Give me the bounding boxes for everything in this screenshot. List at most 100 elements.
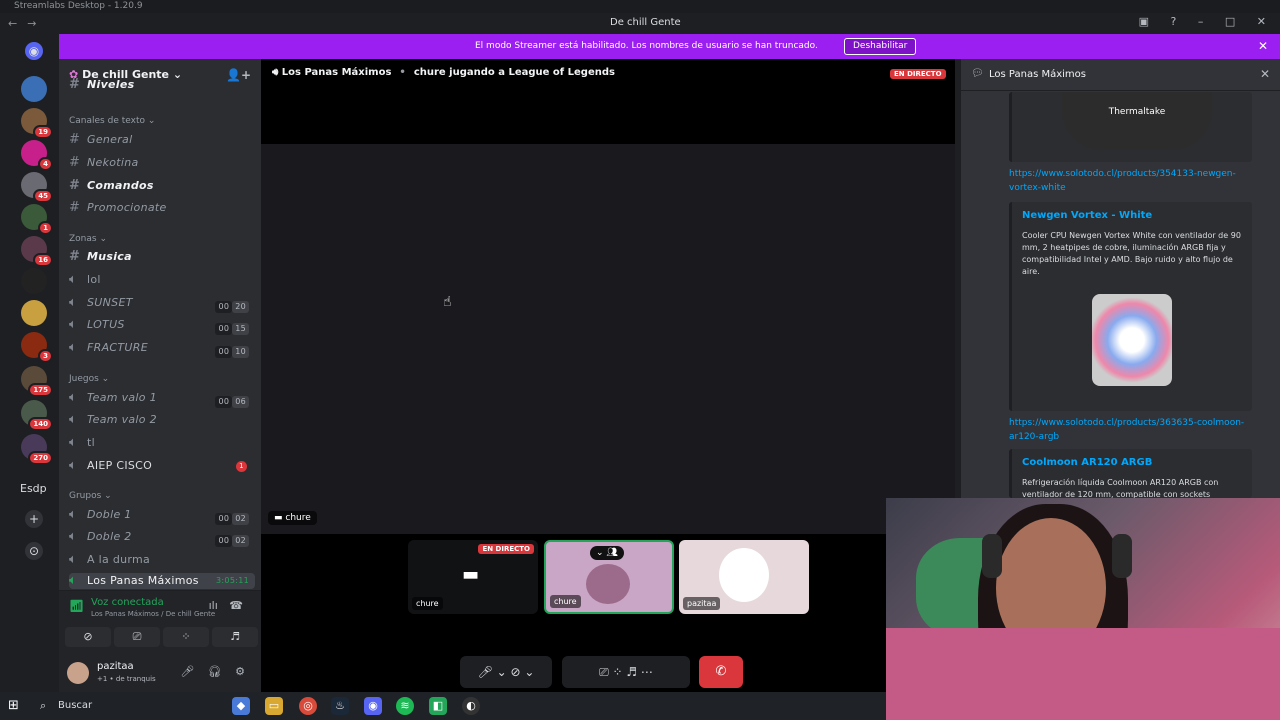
user-controls[interactable]: 🎤︎ 🎧︎ ⚙ xyxy=(180,665,245,678)
speaker-icon: 🔈︎ xyxy=(69,458,78,473)
explore-icon[interactable]: ⊙ xyxy=(25,542,43,560)
channel-comandos[interactable]: # Comandos xyxy=(69,176,255,196)
participant-tile[interactable]: ⌄ 👥︎ chure xyxy=(544,540,674,614)
channel-fracture[interactable]: 🔈︎ FRACTURE 00 10 xyxy=(69,338,255,358)
server-badge: 140 xyxy=(28,417,53,431)
mic-camera-controls[interactable]: 🎤︎ ⌄ ⊘ ⌄ xyxy=(460,656,552,688)
user-limit: 00 10 xyxy=(215,342,249,362)
avatar xyxy=(586,564,630,604)
channel-label: Team valo 2 xyxy=(87,413,157,426)
participant-tile[interactable]: pazitaa xyxy=(679,540,809,614)
channel-a-la-durma[interactable]: 🔈︎ A la durma xyxy=(69,550,255,570)
activity-text[interactable]: chure jugando a League of Legends xyxy=(414,67,615,78)
channel-tl[interactable]: 🔈︎ tl xyxy=(69,433,255,453)
server-icon[interactable]: 1 xyxy=(21,204,53,235)
server-text-icon[interactable]: Esdp xyxy=(20,482,47,495)
server-icon[interactable]: 3 xyxy=(21,332,53,363)
category-juegos[interactable]: Juegos ⌄ xyxy=(69,374,109,384)
nav-arrows[interactable]: ←→ xyxy=(8,17,46,30)
embed-title[interactable]: Coolmoon AR120 ARGB xyxy=(1022,457,1152,468)
category-zonas[interactable]: Zonas ⌄ xyxy=(69,234,107,244)
server-folder[interactable]: 270 xyxy=(21,434,53,465)
camera-off-button[interactable]: ⊘ xyxy=(65,627,111,647)
embed-card: Newgen Vortex - White Cooler CPU Newgen … xyxy=(1009,202,1252,411)
server-icon[interactable]: 4 xyxy=(21,140,53,171)
embed-title[interactable]: Newgen Vortex - White xyxy=(1022,210,1152,221)
server-icon[interactable]: 19 xyxy=(21,108,53,139)
channel-partial[interactable]: # Niveles xyxy=(69,78,255,93)
product-link[interactable]: https://www.solotodo.cl/products/354133-… xyxy=(1009,167,1259,195)
disconnect-button[interactable]: ✆ xyxy=(699,656,743,688)
channel-aiep-cisco[interactable]: 🔈︎ AIEP CISCO 1 xyxy=(69,456,255,476)
product-image[interactable]: Thermaltake xyxy=(1062,92,1212,150)
app-icon[interactable]: ◐ xyxy=(462,697,480,715)
window-center-title: De chill Gente xyxy=(610,17,681,28)
screen-share-button[interactable]: ⎚ xyxy=(114,627,160,647)
app-icon[interactable]: ◆ xyxy=(232,697,250,715)
disable-button[interactable]: Deshabilitar xyxy=(844,38,917,55)
channel-doble-2[interactable]: 🔈︎ Doble 2 00 02 xyxy=(69,527,255,547)
channel-doble-1[interactable]: 🔈︎ Doble 1 00 02 xyxy=(69,505,255,525)
channel-musica[interactable]: # Musica xyxy=(69,247,255,267)
category-text[interactable]: Canales de texto ⌄ xyxy=(69,116,155,126)
server-icon[interactable] xyxy=(21,268,47,294)
channel-label: A la durma xyxy=(87,553,151,566)
spotify-icon[interactable]: ≋ xyxy=(396,697,414,715)
server-folder[interactable]: 175 xyxy=(21,366,53,397)
close-icon[interactable]: ✕ xyxy=(1260,67,1270,81)
channel-general[interactable]: # General xyxy=(69,130,255,150)
server-badge: 270 xyxy=(28,451,53,465)
channel-promocionate[interactable]: # Promocionate xyxy=(69,198,255,218)
channel-nekotina[interactable]: # Nekotina xyxy=(69,153,255,173)
speaker-icon: 🔈︎ xyxy=(69,412,78,427)
steam-icon[interactable]: ♨ xyxy=(331,697,349,715)
channel-team-valo-1[interactable]: 🔈︎ Team valo 1 00 06 xyxy=(69,388,255,408)
window-controls[interactable]: ▣ ? – □ ✕ xyxy=(1139,15,1266,28)
tile-actions-icon[interactable]: ⌄ 👥︎ xyxy=(590,546,624,560)
voice-status[interactable]: Voz conectada xyxy=(91,597,164,608)
channel-los-panas-maximos[interactable]: 🔈︎ Los Panas Máximos 3:05:11 xyxy=(69,573,255,589)
product-link[interactable]: https://www.solotodo.cl/products/363635-… xyxy=(1009,416,1259,444)
channel-label: Niveles xyxy=(87,78,135,91)
taskbar: ⊞ ⌕ Buscar ◆ ▭ ◎ ♨ ◉ ≋ ◧ ◐ xyxy=(0,692,886,720)
discord-icon[interactable]: ◉ xyxy=(364,697,382,715)
user-limit: 00 15 xyxy=(215,319,249,339)
product-image[interactable] xyxy=(1092,294,1172,386)
server-folder[interactable]: 140 xyxy=(21,400,53,431)
channel-label: SUNSET xyxy=(87,296,133,309)
embed-card: Coolmoon AR120 ARGB Refrigeración líquid… xyxy=(1009,449,1252,499)
channel-team-valo-2[interactable]: 🔈︎ Team valo 2 xyxy=(69,410,255,430)
app-icon[interactable]: ◧ xyxy=(429,697,447,715)
avatar[interactable] xyxy=(67,662,89,684)
channel-lol[interactable]: 🔈︎ lol xyxy=(69,270,255,290)
category-grupos[interactable]: Grupos ⌄ xyxy=(69,491,112,501)
headphones-icon xyxy=(1112,534,1132,578)
server-icon[interactable]: 45 xyxy=(21,172,53,203)
channel-lotus[interactable]: 🔈︎ LOTUS 00 15 xyxy=(69,315,255,335)
user-limit: 00 02 xyxy=(215,509,249,529)
search-icon: ⌕ xyxy=(40,699,47,712)
server-icon[interactable] xyxy=(21,76,47,102)
invite-icon[interactable]: 👤+ xyxy=(226,68,251,82)
windows-start-icon[interactable]: ⊞ xyxy=(8,698,19,713)
stream-controls[interactable]: ⎚ ⁘ ♬ ⋯ xyxy=(562,656,690,688)
activities-button[interactable]: ⁘ xyxy=(163,627,209,647)
folder-icon[interactable]: ▭ xyxy=(265,697,283,715)
server-icon[interactable] xyxy=(21,300,47,326)
server-icon[interactable]: 16 xyxy=(21,236,53,267)
voice-actions[interactable]: ılı ☎ xyxy=(209,599,243,612)
discord-home-icon[interactable]: ◉ xyxy=(25,42,43,60)
channel-sunset[interactable]: 🔈︎ SUNSET 00 20 xyxy=(69,293,255,313)
live-badge: EN DIRECTO xyxy=(890,69,946,79)
soundboard-button[interactable]: ♬ xyxy=(212,627,258,647)
close-icon[interactable]: ✕ xyxy=(1258,34,1268,59)
banner-text: El modo Streamer está habilitado. Los no… xyxy=(475,41,818,51)
stream-view[interactable] xyxy=(261,144,955,534)
server-badge: 175 xyxy=(28,383,53,397)
taskbar-search[interactable]: ⌕ Buscar xyxy=(34,696,222,716)
add-server-icon[interactable]: + xyxy=(25,510,43,528)
participant-tile[interactable]: EN DIRECTO ▬ chure xyxy=(408,540,538,614)
channel-label: Doble 1 xyxy=(87,508,132,521)
user-limit: 00 02 xyxy=(215,531,249,551)
chrome-icon[interactable]: ◎ xyxy=(299,697,317,715)
